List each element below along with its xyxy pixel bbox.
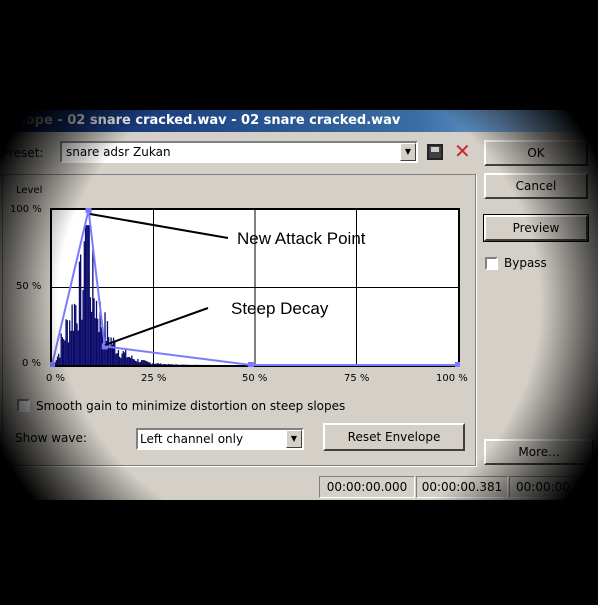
x-tick: 25 % [141,373,167,384]
reset-envelope-button[interactable]: Reset Envelope [323,423,465,451]
x-tick: 0 % [46,373,66,384]
status-end-time: 00:00:00.381 [416,476,508,498]
status-start-time: 00:00:00.000 [319,476,415,498]
show-wave-dropdown[interactable]: Left channel only ▼ [136,428,304,450]
preview-button[interactable]: Preview [483,214,589,242]
more-button[interactable]: More... [484,439,594,465]
chevron-down-icon[interactable]: ▼ [286,430,302,448]
smooth-gain-checkbox[interactable] [17,399,30,412]
attack-arrow [89,213,229,239]
show-wave-label: Show wave: [15,431,87,445]
x-tick: 75 % [344,373,370,384]
cancel-button[interactable]: Cancel [484,173,588,199]
x-tick: 100 % [436,373,468,384]
decay-arrow [104,307,209,346]
annotation-decay: Steep Decay [231,299,329,318]
annotation-attack: New Attack Point [237,229,366,248]
bypass-checkbox[interactable] [485,257,498,270]
status-length: 00:00:00. [509,476,598,498]
bypass-label: Bypass [504,256,547,270]
smooth-gain-label: Smooth gain to minimize distortion on st… [36,399,346,413]
x-tick: 50 % [242,373,268,384]
show-wave-value: Left channel only [140,432,244,446]
envelope-dialog: velope - 02 snare cracked.wav - 02 snare… [0,110,598,500]
ok-button[interactable]: OK [484,140,588,166]
